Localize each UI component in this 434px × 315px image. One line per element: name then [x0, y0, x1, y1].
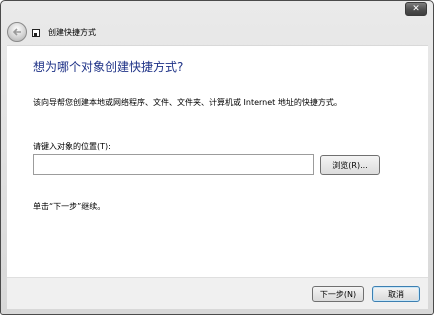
title-bar: ✕ — [1, 1, 433, 19]
location-label: 请键入对象的位置(T): — [33, 142, 111, 151]
description-text: 该向导帮您创建本地或网络程序、文件、文件夹、计算机或 Internet 地址的快… — [33, 98, 342, 107]
wizard-icon — [32, 29, 40, 37]
button-bar: 下一步(N) 取消 — [7, 277, 428, 309]
wizard-title: 创建快捷方式 — [48, 28, 96, 37]
create-shortcut-window: ✕ 创建快捷方式 想为哪个对象创建快捷方式? 该向导帮您创建本地或网络程序、文件… — [0, 0, 434, 315]
location-input[interactable] — [33, 154, 314, 175]
page-heading: 想为哪个对象创建快捷方式? — [33, 60, 184, 74]
wizard-nav-bar: 创建快捷方式 — [1, 19, 433, 45]
close-icon: ✕ — [412, 3, 420, 14]
wizard-content: 想为哪个对象创建快捷方式? 该向导帮您创建本地或网络程序、文件、文件夹、计算机或… — [7, 45, 428, 277]
browse-button[interactable]: 浏览(R)... — [320, 155, 380, 175]
cancel-button[interactable]: 取消 — [372, 286, 420, 302]
continue-hint: 单击“下一步”继续。 — [33, 202, 106, 211]
back-button[interactable] — [7, 22, 27, 42]
next-button[interactable]: 下一步(N) — [312, 286, 364, 302]
back-arrow-icon — [12, 28, 21, 36]
close-button[interactable]: ✕ — [405, 2, 427, 16]
